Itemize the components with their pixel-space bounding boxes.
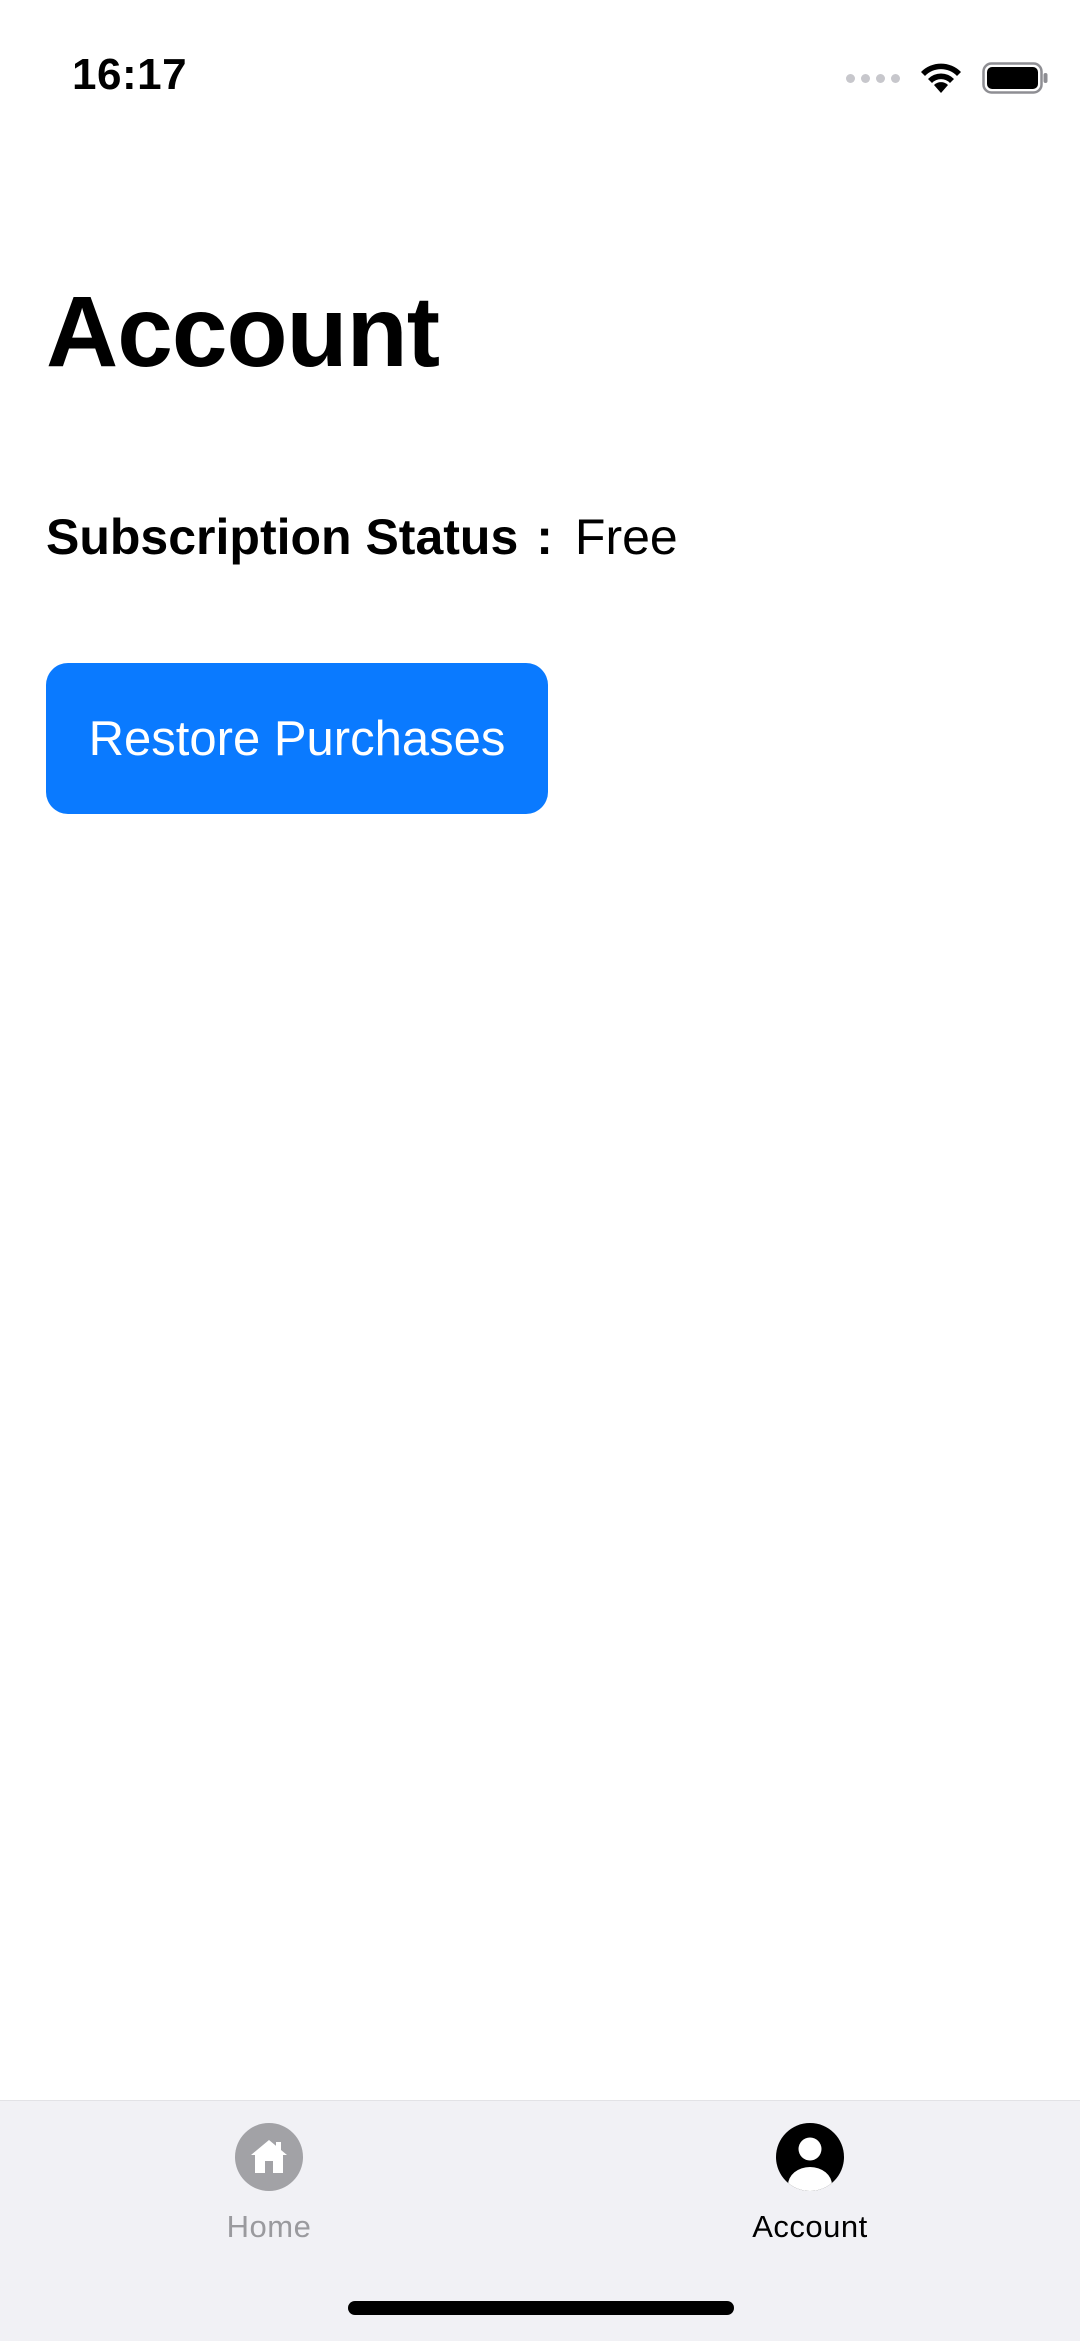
wifi-icon [921,63,961,93]
subscription-status-separator: : [536,509,553,565]
subscription-status-label: Subscription Status [46,509,519,565]
home-icon [235,2123,303,2191]
battery-icon [982,62,1048,94]
cellular-signal-icon [846,73,900,83]
home-indicator [348,2301,734,2315]
tab-account[interactable]: Account [660,2123,960,2245]
restore-purchases-button[interactable]: Restore Purchases [46,663,548,814]
status-bar: 16:17 [0,0,1080,140]
tab-account-label: Account [752,2209,868,2244]
status-time: 16:17 [72,50,188,99]
subscription-status: Subscription Status : Free [46,510,678,565]
subscription-status-value: Free [574,509,678,565]
person-icon [776,2123,844,2191]
tab-home-label: Home [226,2209,312,2244]
tab-home[interactable]: Home [119,2123,419,2245]
status-icons [846,60,1048,96]
page-title: Account [46,276,440,388]
